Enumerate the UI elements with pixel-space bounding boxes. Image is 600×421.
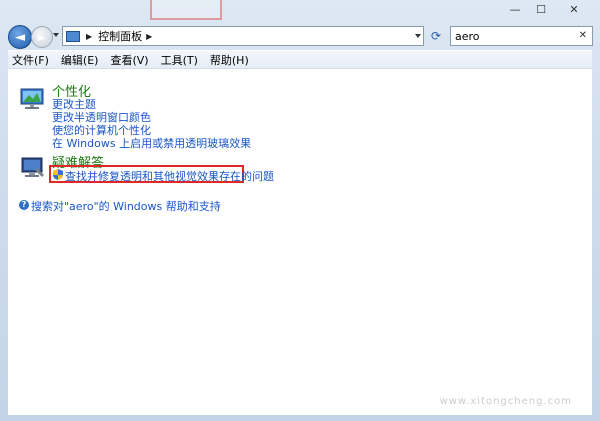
address-bar[interactable]: ▶ 控制面板 ▶ <box>62 26 424 46</box>
breadcrumb-separator-icon[interactable]: ▶ <box>86 32 92 41</box>
personalization-icon[interactable] <box>19 87 47 111</box>
address-dropdown-icon[interactable] <box>415 34 421 38</box>
watermark: www.xitongcheng.com <box>439 396 572 407</box>
menu-bar: 文件(F) 编辑(E) 查看(V) 工具(T) 帮助(H) <box>8 50 592 69</box>
maximize-button[interactable]: ☐ <box>528 0 554 18</box>
help-icon: ? <box>19 200 29 210</box>
close-button[interactable]: ✕ <box>554 0 594 18</box>
forward-button[interactable]: ► <box>31 26 53 48</box>
uac-shield-icon <box>53 169 63 180</box>
search-box[interactable]: ✕ <box>450 26 593 46</box>
link-windows-help-search[interactable]: 搜索对"aero"的 Windows 帮助和支持 <box>31 198 221 214</box>
menu-help[interactable]: 帮助(H) <box>204 52 255 68</box>
menu-tools[interactable]: 工具(T) <box>155 52 204 68</box>
recent-pages-dropdown[interactable] <box>53 33 59 37</box>
menu-edit[interactable]: 编辑(E) <box>55 52 105 68</box>
back-arrow-icon: ◄ <box>15 29 25 45</box>
link-fix-visual-effects[interactable]: 查找并修复透明和其他视觉效果存在的问题 <box>65 168 274 184</box>
menu-view[interactable]: 查看(V) <box>104 52 154 68</box>
menu-file[interactable]: 文件(F) <box>8 52 55 68</box>
breadcrumb-separator-icon[interactable]: ▶ <box>146 32 152 41</box>
link-toggle-glass-effect[interactable]: 在 Windows 上启用或禁用透明玻璃效果 <box>52 135 251 151</box>
control-panel-icon <box>66 30 80 42</box>
breadcrumb-control-panel[interactable]: 控制面板 <box>98 28 142 44</box>
back-button[interactable]: ◄ <box>8 25 32 49</box>
minimize-button[interactable]: — <box>502 0 528 18</box>
search-input[interactable] <box>451 28 575 44</box>
background-window-fragment <box>150 0 222 20</box>
clear-search-icon[interactable]: ✕ <box>579 30 587 41</box>
caption-buttons: — ☐ ✕ <box>502 0 594 18</box>
forward-arrow-icon: ► <box>37 30 47 44</box>
refresh-icon[interactable]: ⟳ <box>429 29 443 43</box>
troubleshooting-icon[interactable] <box>19 156 47 180</box>
search-results-pane: 个性化 更改主题 更改半透明窗口颜色 使您的计算机个性化 在 Windows 上… <box>8 68 592 415</box>
